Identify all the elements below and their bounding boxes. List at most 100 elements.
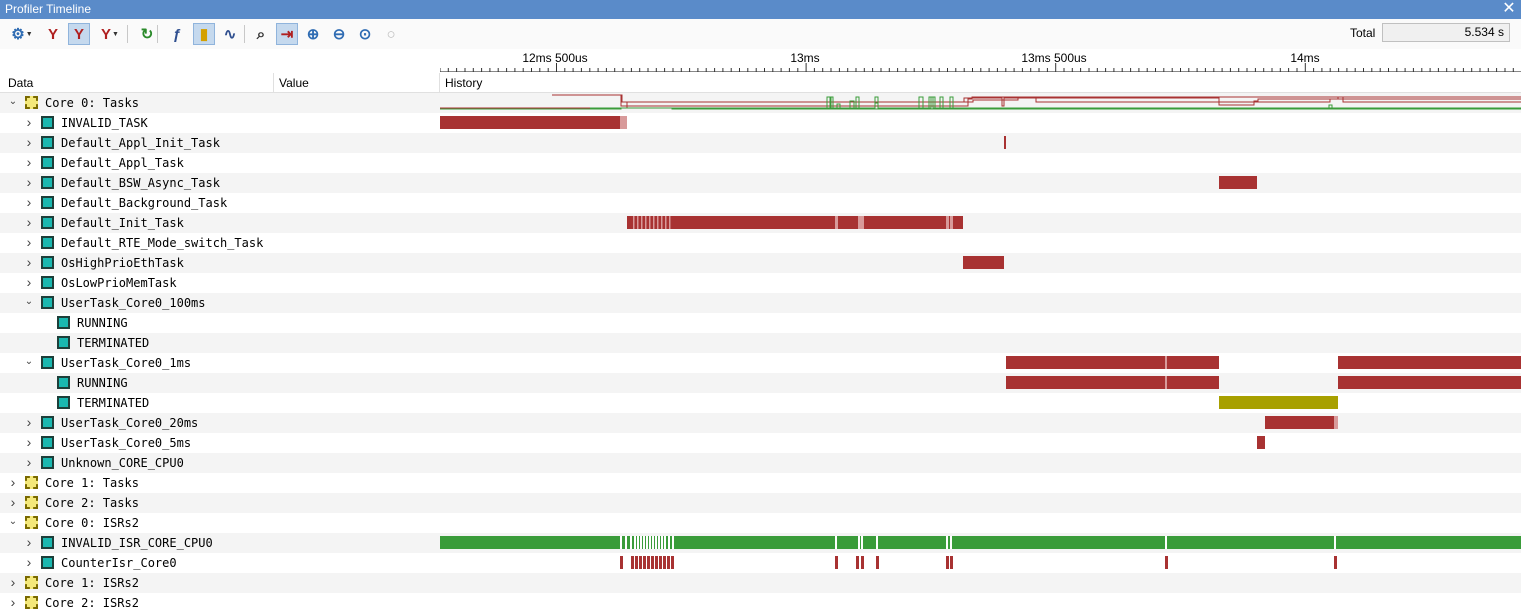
isr-bar-gap[interactable] <box>625 536 627 549</box>
task-bar[interactable] <box>1004 136 1006 149</box>
task-bar-gap[interactable] <box>641 216 643 229</box>
isr-bar-gap[interactable] <box>861 536 863 549</box>
counter-isr-mark[interactable] <box>635 556 638 569</box>
task-bar-gap[interactable] <box>835 216 838 229</box>
filter-add-button[interactable]: Y ▼ <box>96 23 124 45</box>
chevron-right-icon[interactable]: › <box>24 274 34 290</box>
isr-bar-gap[interactable] <box>946 536 948 549</box>
task-bar-gap[interactable] <box>946 216 949 229</box>
counter-isr-mark[interactable] <box>620 556 623 569</box>
filter-active-button[interactable]: Y <box>68 23 90 45</box>
zoom-fit-button[interactable]: ⇥ <box>276 23 298 45</box>
task-bar[interactable] <box>1257 436 1265 449</box>
settings-gear-button[interactable]: ⚙ ▼ <box>8 23 36 45</box>
task-bar[interactable] <box>620 116 627 129</box>
task-bar[interactable] <box>1334 416 1338 429</box>
task-bar[interactable] <box>440 116 620 129</box>
chevron-right-icon[interactable]: › <box>8 594 18 610</box>
chevron-right-icon[interactable]: › <box>8 574 18 590</box>
isr-bar-gap[interactable] <box>637 536 639 549</box>
time-ruler[interactable]: 12ms 500us 13ms 13ms 500us 14ms <box>440 49 1521 72</box>
counter-isr-mark[interactable] <box>639 556 642 569</box>
isr-bar[interactable] <box>440 536 1521 549</box>
task-bar[interactable] <box>1219 176 1257 189</box>
close-icon[interactable]: ✕ <box>1501 0 1517 18</box>
task-bar-gap[interactable] <box>1165 356 1167 369</box>
history-timeline[interactable] <box>440 93 1521 614</box>
isr-bar-gap[interactable] <box>630 536 632 549</box>
terminated-bar[interactable] <box>1219 396 1338 409</box>
task-bar-gap[interactable] <box>637 216 639 229</box>
task-bar[interactable] <box>1265 416 1334 429</box>
task-bar[interactable] <box>1006 356 1219 369</box>
task-bar[interactable] <box>1006 376 1219 389</box>
zoom-out-button[interactable]: ⊖ <box>328 23 350 45</box>
chevron-right-icon[interactable]: › <box>24 434 34 450</box>
counter-isr-mark[interactable] <box>647 556 650 569</box>
task-bar-gap[interactable] <box>950 216 953 229</box>
task-bar-gap[interactable] <box>1165 376 1167 389</box>
isr-bar-gap[interactable] <box>1165 536 1167 549</box>
zoom-all-button[interactable]: ⊙ <box>354 23 376 45</box>
task-bar[interactable] <box>1338 356 1521 369</box>
counter-isr-mark[interactable] <box>631 556 634 569</box>
isr-bar-gap[interactable] <box>661 536 663 549</box>
isr-bar-gap[interactable] <box>620 536 622 549</box>
counter-isr-mark[interactable] <box>1334 556 1337 569</box>
refresh-button[interactable]: ↻ <box>136 23 158 45</box>
task-bar[interactable] <box>627 216 963 229</box>
counter-isr-mark[interactable] <box>861 556 864 569</box>
isr-bar-gap[interactable] <box>664 536 666 549</box>
filter-button[interactable]: Y <box>42 23 64 45</box>
counter-isr-mark[interactable] <box>659 556 662 569</box>
graph-button[interactable]: ∿ <box>219 23 241 45</box>
chevron-down-icon[interactable]: ⌄ <box>8 96 18 107</box>
column-header-value[interactable]: Value <box>279 76 309 90</box>
chevron-right-icon[interactable]: › <box>24 254 34 270</box>
counter-isr-mark[interactable] <box>663 556 666 569</box>
task-bar-gap[interactable] <box>649 216 651 229</box>
counter-isr-mark[interactable] <box>1165 556 1168 569</box>
chevron-down-icon[interactable]: ⌄ <box>8 516 18 527</box>
counter-isr-mark[interactable] <box>856 556 859 569</box>
task-bar-gap[interactable] <box>669 216 671 229</box>
zoom-in-button[interactable]: ⊕ <box>302 23 324 45</box>
task-bar[interactable] <box>963 256 1004 269</box>
chevron-right-icon[interactable]: › <box>24 114 34 130</box>
isr-bar-gap[interactable] <box>658 536 660 549</box>
counter-isr-mark[interactable] <box>946 556 949 569</box>
counter-isr-mark[interactable] <box>655 556 658 569</box>
chevron-right-icon[interactable]: › <box>24 454 34 470</box>
isr-bar-gap[interactable] <box>634 536 636 549</box>
task-bar-gap[interactable] <box>653 216 655 229</box>
isr-bar-gap[interactable] <box>876 536 878 549</box>
task-bar-gap[interactable] <box>657 216 659 229</box>
chevron-right-icon[interactable]: › <box>24 414 34 430</box>
function-button[interactable]: ƒ <box>166 23 188 45</box>
isr-bar-gap[interactable] <box>835 536 837 549</box>
chevron-right-icon[interactable]: › <box>24 194 34 210</box>
task-bar-gap[interactable] <box>661 216 663 229</box>
column-divider[interactable] <box>273 73 274 93</box>
counter-isr-mark[interactable] <box>667 556 670 569</box>
isr-bar-gap[interactable] <box>950 536 952 549</box>
isr-bar-gap[interactable] <box>655 536 657 549</box>
counter-isr-mark[interactable] <box>643 556 646 569</box>
chevron-right-icon[interactable]: › <box>24 234 34 250</box>
column-header-data[interactable]: Data <box>8 76 33 90</box>
chevron-right-icon[interactable]: › <box>24 554 34 570</box>
counter-isr-mark[interactable] <box>651 556 654 569</box>
isr-bar-gap[interactable] <box>668 536 670 549</box>
isr-bar-gap[interactable] <box>649 536 651 549</box>
chevron-right-icon[interactable]: › <box>24 174 34 190</box>
binoculars-button[interactable]: ⌕ <box>250 23 272 45</box>
isr-bar-gap[interactable] <box>672 536 674 549</box>
isr-bar-gap[interactable] <box>1334 536 1336 549</box>
chevron-down-icon[interactable]: ⌄ <box>24 296 34 307</box>
task-bar-gap[interactable] <box>645 216 647 229</box>
zoom-disabled-button[interactable]: ○ <box>380 23 402 45</box>
task-bar-gap[interactable] <box>861 216 864 229</box>
chevron-down-icon[interactable]: ⌄ <box>24 356 34 367</box>
isr-bar-gap[interactable] <box>643 536 645 549</box>
bookmark-button[interactable]: ▮ <box>193 23 215 45</box>
